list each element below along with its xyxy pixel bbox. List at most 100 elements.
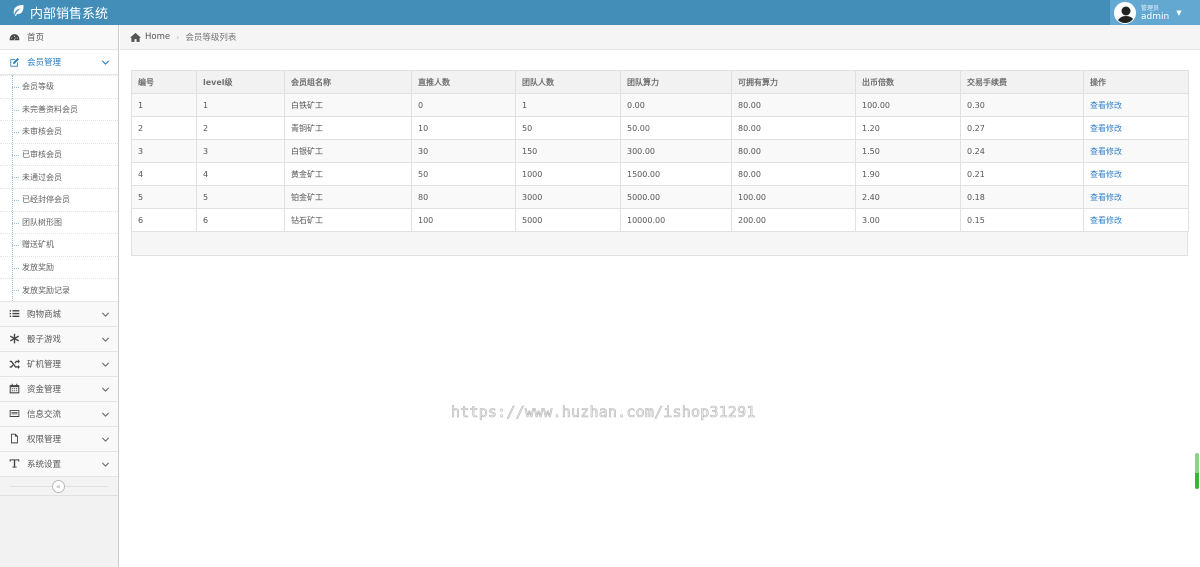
table-header-row: 编号 level级 会员组名称 直推人数 团队人数 团队算力 可拥有算力 出币倍…: [131, 70, 1189, 94]
view-edit-link[interactable]: 查看修改: [1090, 147, 1122, 156]
table-cell: 铂金矿工: [284, 185, 412, 209]
home-icon: [130, 32, 141, 42]
submenu-item-member-level[interactable]: 会员等级: [0, 75, 118, 98]
submenu-item-team-tree[interactable]: 团队树形图: [0, 210, 118, 234]
column-header: 团队人数: [515, 70, 621, 94]
sidebar-item-label: 矿机管理: [27, 359, 62, 370]
sidebar-item-dice-game[interactable]: 骰子游戏: [0, 326, 118, 352]
submenu-item-reward-records[interactable]: 发放奖励记录: [0, 278, 118, 301]
view-edit-link[interactable]: 查看修改: [1090, 101, 1122, 110]
table-cell: 5000.00: [620, 185, 732, 209]
table-cell: 3: [131, 139, 197, 163]
top-navbar: 内部销售系统 管理员 admin ▼: [0, 0, 1200, 25]
sidebar-item-messages[interactable]: 信息交流: [0, 401, 118, 427]
file-icon: [8, 433, 20, 445]
action-cell: 查看修改: [1083, 162, 1189, 186]
table-cell: 1: [131, 93, 197, 117]
app-brand[interactable]: 内部销售系统: [12, 3, 108, 22]
view-edit-link[interactable]: 查看修改: [1090, 193, 1122, 202]
member-level-table: 编号 level级 会员组名称 直推人数 团队人数 团队算力 可拥有算力 出币倍…: [131, 70, 1189, 256]
chevron-down-icon: [101, 362, 110, 367]
table-row: 2 2 青铜矿工 10 50 50.00 80.00 1.20 0.27 查看修…: [131, 116, 1189, 140]
sidebar: 首页 会员管理 会员等级 未完善资料会员 未审核会员 已审核会员 未通过会员 已…: [0, 25, 119, 567]
sidebar-item-label: 信息交流: [27, 409, 62, 420]
watermark-text: https://www.huzhan.com/ishop31291: [451, 403, 756, 422]
table-cell: 0.30: [960, 93, 1084, 117]
table-cell: 2: [196, 116, 285, 140]
action-cell: 查看修改: [1083, 116, 1189, 140]
submenu-item-gift-miner[interactable]: 赠送矿机: [0, 233, 118, 256]
table-row: 4 4 黄金矿工 50 1000 1500.00 80.00 1.90 0.21…: [131, 162, 1189, 186]
sidebar-item-permissions[interactable]: 权限管理: [0, 426, 118, 452]
submenu-item-unreviewed-members[interactable]: 未审核会员: [0, 120, 118, 143]
table-cell: 1.20: [855, 116, 961, 140]
user-name: admin: [1141, 11, 1170, 22]
table-cell: 0.27: [960, 116, 1084, 140]
asterisk-icon: [8, 333, 20, 345]
table-cell: 1000: [515, 162, 621, 186]
column-header: level级: [196, 70, 285, 94]
view-edit-link[interactable]: 查看修改: [1090, 170, 1122, 179]
table-cell: 100.00: [855, 93, 961, 117]
submenu-item-reviewed-members[interactable]: 已审核会员: [0, 142, 118, 166]
sidebar-item-members[interactable]: 会员管理: [0, 50, 118, 75]
breadcrumb-current: 会员等级列表: [185, 33, 237, 43]
table-cell: 200.00: [731, 208, 856, 232]
user-menu[interactable]: 管理员 admin ▼: [1110, 0, 1200, 25]
submenu-item-rejected-members[interactable]: 未通过会员: [0, 165, 118, 188]
table-cell: 钻石矿工: [284, 208, 412, 232]
table-cell: 5: [196, 185, 285, 209]
edit-icon: [8, 56, 20, 68]
double-chevron-left-icon[interactable]: «: [52, 479, 65, 493]
table-row: 1 1 白铁矿工 0 1 0.00 80.00 100.00 0.30 查看修改: [131, 93, 1189, 117]
submenu-item-banned-members[interactable]: 已经封停会员: [0, 187, 118, 211]
scroll-indicator[interactable]: [1195, 453, 1199, 489]
table-cell: 4: [196, 162, 285, 186]
table-cell: 150: [515, 139, 621, 163]
chevron-down-icon: [101, 60, 110, 65]
breadcrumb: Home › 会员等级列表: [120, 25, 1200, 50]
dashboard-icon: [8, 31, 20, 43]
table-cell: 0.00: [620, 93, 732, 117]
column-header: 交易手续费: [960, 70, 1084, 94]
list-icon: [8, 308, 20, 320]
action-cell: 查看修改: [1083, 208, 1189, 232]
view-edit-link[interactable]: 查看修改: [1090, 216, 1122, 225]
table-cell: 10000.00: [620, 208, 732, 232]
caret-down-icon: ▼: [1176, 8, 1182, 17]
table-cell: 2.40: [855, 185, 961, 209]
table-footer: [131, 232, 1188, 256]
table-cell: 100.00: [731, 185, 856, 209]
table-cell: 3.00: [855, 208, 961, 232]
chevron-down-icon: [101, 462, 110, 467]
table-cell: 30: [411, 139, 516, 163]
sidebar-item-label: 首页: [27, 33, 45, 43]
sidebar-item-label: 资金管理: [27, 384, 62, 395]
sidebar-item-label: 购物商城: [27, 309, 62, 320]
sidebar-item-label: 骰子游戏: [27, 334, 62, 345]
table-cell: 黄金矿工: [284, 162, 412, 186]
avatar: [1114, 1, 1136, 24]
column-header: 直推人数: [411, 70, 516, 94]
breadcrumb-home-link[interactable]: Home: [145, 32, 170, 42]
view-edit-link[interactable]: 查看修改: [1090, 124, 1122, 133]
sidebar-item-miner-management[interactable]: 矿机管理: [0, 351, 118, 377]
column-header: 编号: [131, 70, 197, 94]
chevron-down-icon: [101, 437, 110, 442]
sidebar-collapse-bar: «: [0, 476, 118, 496]
sidebar-item-funds-management[interactable]: 资金管理: [0, 376, 118, 402]
table-cell: 4: [131, 162, 197, 186]
chevron-down-icon: [101, 337, 110, 342]
action-cell: 查看修改: [1083, 185, 1189, 209]
sidebar-item-home[interactable]: 首页: [0, 25, 118, 50]
submenu-item-incomplete-members[interactable]: 未完善资料会员: [0, 97, 118, 121]
column-header: 会员组名称: [284, 70, 412, 94]
table-cell: 青铜矿工: [284, 116, 412, 140]
submenu-item-issue-reward[interactable]: 发放奖励: [0, 255, 118, 279]
table-row: 3 3 白银矿工 30 150 300.00 80.00 1.50 0.24 查…: [131, 139, 1189, 163]
table-cell: 80.00: [731, 139, 856, 163]
sidebar-item-system-settings[interactable]: 系统设置: [0, 451, 118, 477]
sidebar-item-label: 系统设置: [27, 459, 62, 470]
sidebar-item-shop[interactable]: 购物商城: [0, 301, 118, 327]
table-cell: 0.24: [960, 139, 1084, 163]
